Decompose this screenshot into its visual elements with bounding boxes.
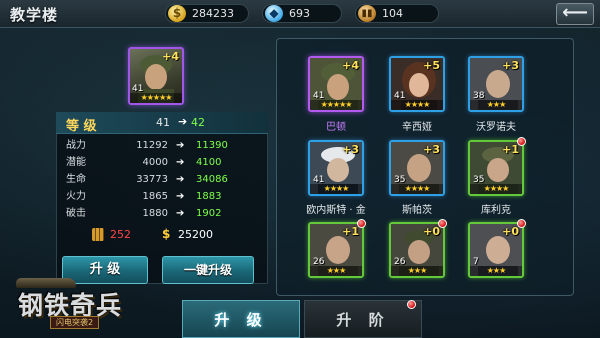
alert-dot-icon [438, 219, 447, 228]
hero-card[interactable]: +3 38 ★★★ [468, 56, 524, 112]
ammo-value: 104 [382, 7, 403, 20]
stat-name: 破击 [66, 208, 86, 219]
hero-stars: ★★★★ [391, 184, 443, 194]
selected-hero-portrait[interactable]: +4 41 ★★★★★ [128, 47, 184, 105]
alert-dot-icon [407, 300, 416, 309]
stat-current: 1865 [142, 191, 168, 202]
tab-upgrade[interactable]: 升 级 [182, 300, 300, 338]
hero-stars: ★★★★★ [130, 93, 182, 103]
hero-stars: ★★★★ [391, 100, 443, 110]
gold-value: 284233 [192, 7, 234, 20]
gem-value: 693 [289, 7, 310, 20]
stat-current: 11292 [136, 140, 168, 151]
stat-next: 1883 [196, 191, 222, 202]
alert-dot-icon [517, 219, 526, 228]
stat-row: 战力 11292 ➔ 11390 [58, 137, 266, 154]
upgrade-cost: 252 $ 25200 [92, 227, 262, 243]
hero-stars: ★★★★★ [310, 100, 362, 110]
tab-bar: 升 级 升 阶 [182, 300, 432, 338]
arrow-right-icon: ➔ [176, 157, 185, 168]
level-row: 等 级 41 ➔ 42 [56, 112, 268, 134]
hero-plus: +5 [423, 59, 440, 72]
hero-name: 巴顿 [326, 122, 346, 133]
tab-advance[interactable]: 升 阶 [304, 300, 422, 338]
hero-stars: ★★★★ [470, 184, 522, 194]
stat-next: 34086 [196, 174, 228, 185]
diamond-icon: ◆ [265, 5, 283, 22]
hero-plus: +4 [162, 50, 179, 63]
ammo-icon [92, 228, 104, 241]
stat-current: 33773 [136, 174, 168, 185]
page-title: 教学楼 [10, 6, 59, 24]
gold-dollar-icon: $ [162, 227, 171, 241]
hero-name: 沃罗诺夫 [476, 122, 516, 133]
cost-ammo: 252 [110, 228, 131, 241]
hero-plus: +3 [342, 143, 359, 156]
back-arrow-icon: ⟵ [562, 2, 588, 23]
stat-next: 1902 [196, 208, 222, 219]
hero-stars: ★★★ [391, 266, 443, 276]
logo-subtitle: 闪电突袭2 [50, 316, 100, 329]
alert-dot-icon [357, 219, 366, 228]
hero-stars: ★★★ [310, 266, 362, 276]
arrow-right-icon: ➔ [176, 208, 185, 219]
stats-list[interactable]: 战力 11292 ➔ 11390 潜能 4000 ➔ 4100 生命 33773… [58, 137, 266, 221]
hero-plus: +0 [423, 225, 440, 238]
level-current: 41 [156, 116, 170, 129]
arrow-right-icon: ➔ [176, 174, 185, 185]
stat-row: 破击 1880 ➔ 1902 [58, 205, 266, 221]
level-next: 42 [191, 116, 205, 129]
back-button[interactable]: ⟵ [556, 3, 594, 25]
arrow-right-icon: ➔ [178, 115, 188, 128]
hero-name: 斯帕茨 [402, 205, 432, 216]
ammo-counter[interactable]: ▮▮ 104 [355, 4, 439, 23]
hero-plus: +3 [423, 143, 440, 156]
stat-row: 潜能 4000 ➔ 4100 [58, 154, 266, 171]
hero-plus: +4 [342, 59, 359, 72]
level-label: 等 级 [66, 119, 97, 134]
stat-name: 潜能 [66, 157, 86, 168]
stat-name: 战力 [66, 140, 86, 151]
gold-coin-icon: $ [168, 5, 186, 22]
hero-plus: +1 [342, 225, 359, 238]
hero-stars: ★★★ [470, 266, 522, 276]
top-bar: 教学楼 $ 284233 ◆ 693 ▮▮ 104 ⟵ [0, 0, 600, 28]
hero-card[interactable]: +1 26 ★★★ [308, 222, 364, 278]
ammo-icon: ▮▮ [358, 5, 376, 22]
alert-dot-icon [517, 137, 526, 146]
stat-name: 生命 [66, 174, 86, 185]
hero-plus: +3 [502, 59, 519, 72]
arrow-right-icon: ➔ [176, 140, 185, 151]
hero-card[interactable]: +4 41 ★★★★★ [308, 56, 364, 112]
hero-card[interactable]: +1 35 ★★★★ [468, 140, 524, 196]
gem-counter[interactable]: ◆ 693 [262, 4, 342, 23]
hero-card[interactable]: +5 41 ★★★★ [389, 56, 445, 112]
hero-name: 辛西娅 [402, 122, 432, 133]
hero-card[interactable]: +0 26 ★★★ [389, 222, 445, 278]
hero-name: 库利克 [481, 205, 511, 216]
hero-stars: ★★★★ [310, 184, 362, 194]
game-logo: 钢铁奇兵 闪电突袭2 [14, 276, 164, 332]
stat-next: 11390 [196, 140, 228, 151]
gold-counter[interactable]: $ 284233 [165, 4, 249, 23]
hero-card[interactable]: +0 7 ★★★ [468, 222, 524, 278]
stat-name: 火力 [66, 191, 86, 202]
arrow-right-icon: ➔ [176, 191, 185, 202]
stat-current: 4000 [142, 157, 168, 168]
hero-plus: +0 [502, 225, 519, 238]
stat-row: 生命 33773 ➔ 34086 [58, 171, 266, 188]
one-click-upgrade-button[interactable]: 一键升级 [162, 256, 254, 284]
hero-plus: +1 [502, 143, 519, 156]
hero-card[interactable]: +3 35 ★★★★ [389, 140, 445, 196]
cost-gold: 25200 [178, 228, 213, 241]
stat-next: 4100 [196, 157, 222, 168]
stat-row: 火力 1865 ➔ 1883 [58, 188, 266, 205]
stat-current: 1880 [142, 208, 168, 219]
hero-stars: ★★★ [470, 100, 522, 110]
hero-name: 欧内斯特 · 金 [306, 205, 366, 216]
hero-card[interactable]: +3 41 ★★★★ [308, 140, 364, 196]
